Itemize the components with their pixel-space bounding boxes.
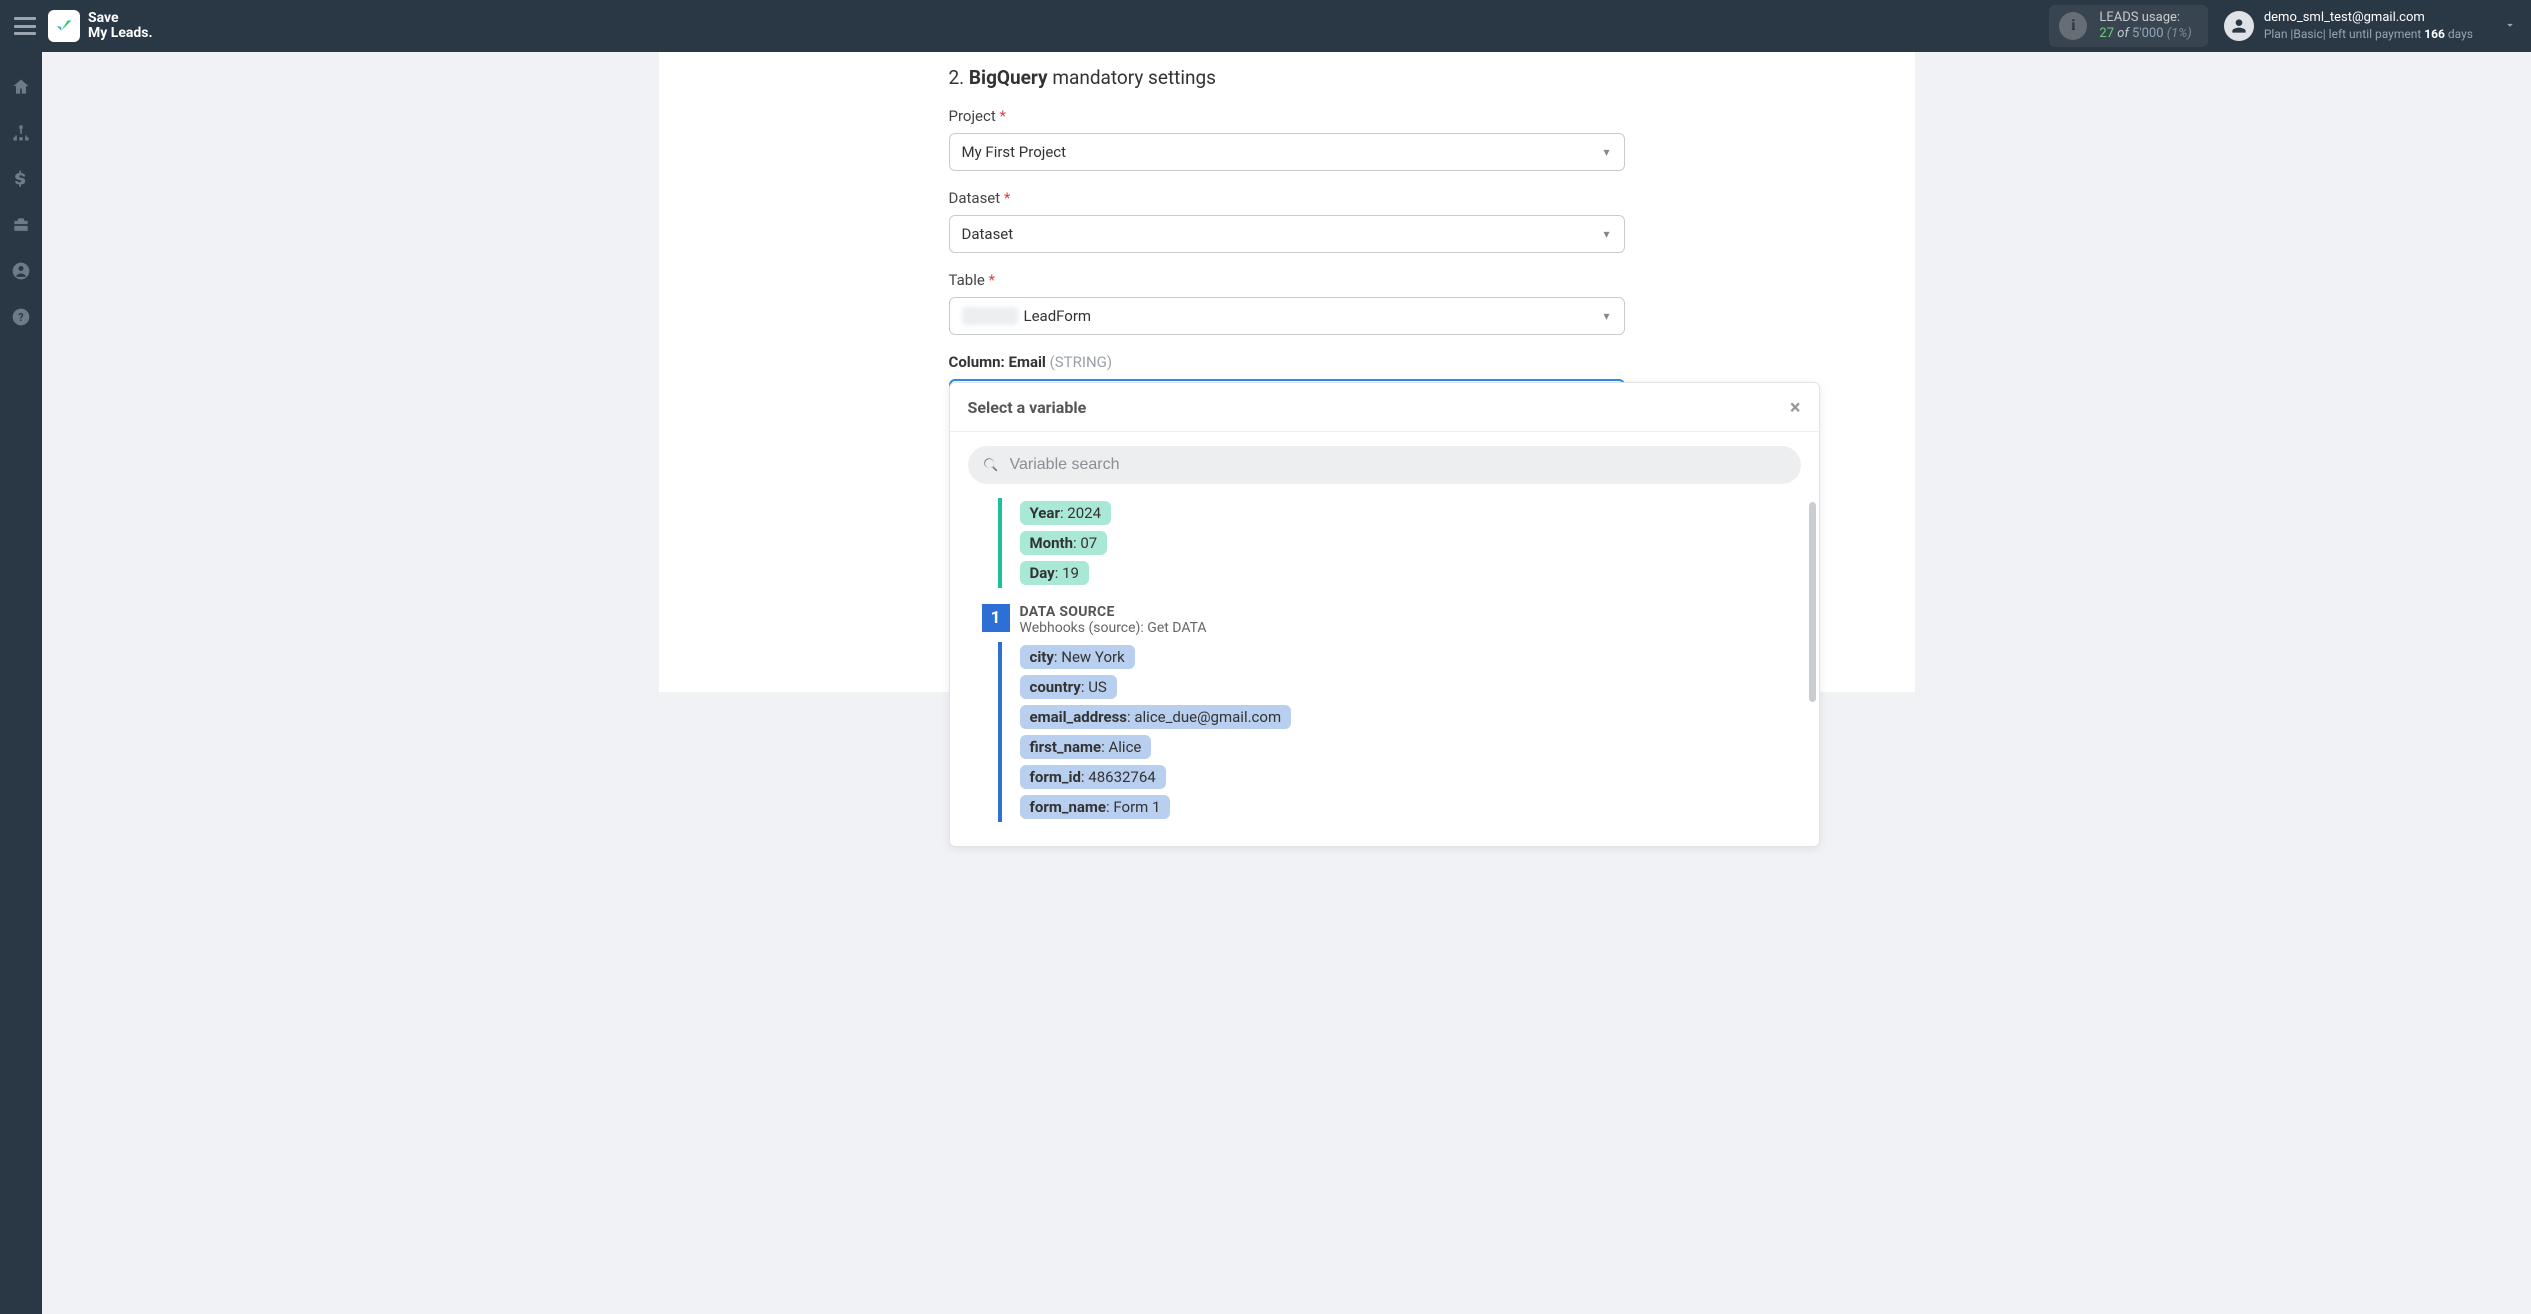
logo-text: Save My Leads. [88,11,153,41]
briefcase-icon[interactable] [10,214,32,236]
logo[interactable]: Save My Leads. [48,10,153,42]
source-number-badge: 1 [982,604,1010,632]
usage-label: LEADS usage: [2099,10,2191,26]
table-select[interactable]: LeadForm ▾ [949,297,1625,335]
variable-pill[interactable]: Day: 19 [1020,561,1089,585]
dropdown-title: Select a variable [968,398,1087,417]
account-menu[interactable]: demo_sml_test@gmail.com Plan |Basic| lef… [2224,10,2473,42]
chevron-down-icon[interactable] [2503,17,2517,36]
column-email-label: Column: Email (STRING) [949,353,1625,371]
logo-badge [48,10,80,42]
user-icon[interactable] [10,260,32,282]
project-label: Project * [949,107,1625,125]
redacted-prefix [962,307,1018,325]
chevron-down-icon: ▾ [1603,227,1609,241]
variable-pill[interactable]: Year: 2024 [1020,501,1112,525]
connections-icon[interactable] [10,122,32,144]
dataset-label: Dataset * [949,189,1625,207]
menu-icon[interactable] [14,17,36,35]
avatar-icon [2224,11,2254,41]
app-header: Save My Leads. i LEADS usage: 27 of 5'00… [0,0,2531,52]
variable-pill[interactable]: first_name: Alice [1020,735,1152,759]
close-icon[interactable]: × [1790,395,1801,419]
svg-text:?: ? [18,311,23,324]
variable-pill[interactable]: Month: 07 [1020,531,1108,555]
data-source-subtitle: Webhooks (source): Get DATA [1020,620,1207,636]
chevron-down-icon: ▾ [1603,145,1609,159]
variable-pill[interactable]: country: US [1020,675,1117,699]
variable-pill[interactable]: email_address: alice_due@gmail.com [1020,705,1292,729]
dataset-select[interactable]: Dataset ▾ [949,215,1625,253]
usage-values: 27 of 5'000 (1%) [2099,26,2191,42]
data-source-title: DATA SOURCE [1020,604,1207,620]
billing-icon[interactable] [10,168,32,190]
usage-badge[interactable]: i LEADS usage: 27 of 5'000 (1%) [2049,5,2207,47]
variable-pill[interactable]: form_id: 48632764 [1020,765,1166,789]
sidebar: ? [0,52,42,1314]
variable-pill[interactable]: form_name: Form 1 [1020,795,1171,819]
chevron-down-icon: ▾ [1603,309,1609,323]
data-source-header: 1 DATA SOURCE Webhooks (source): Get DAT… [982,604,1801,636]
data-source-vars-group: city: New York country: US email_address… [998,642,1801,822]
info-icon: i [2059,12,2087,40]
account-email: demo_sml_test@gmail.com [2264,10,2473,26]
help-icon[interactable]: ? [10,306,32,328]
variable-pill[interactable]: city: New York [1020,645,1135,669]
check-icon [53,15,75,37]
variable-search[interactable] [968,446,1801,484]
variable-dropdown: Select a variable × Year: 2024 Month: 07 [949,382,1820,847]
account-plan: Plan |Basic| left until payment 166 days [2264,26,2473,42]
settings-card: 2. BigQuery mandatory settings Project *… [659,52,1915,692]
search-icon [982,456,1000,474]
variable-search-input[interactable] [1010,456,1787,474]
scrollbar[interactable] [1809,502,1816,702]
home-icon[interactable] [10,76,32,98]
section-title: 2. BigQuery mandatory settings [949,66,1625,89]
system-vars-group: Year: 2024 Month: 07 Day: 19 [998,498,1801,588]
table-label: Table * [949,271,1625,289]
project-select[interactable]: My First Project ▾ [949,133,1625,171]
